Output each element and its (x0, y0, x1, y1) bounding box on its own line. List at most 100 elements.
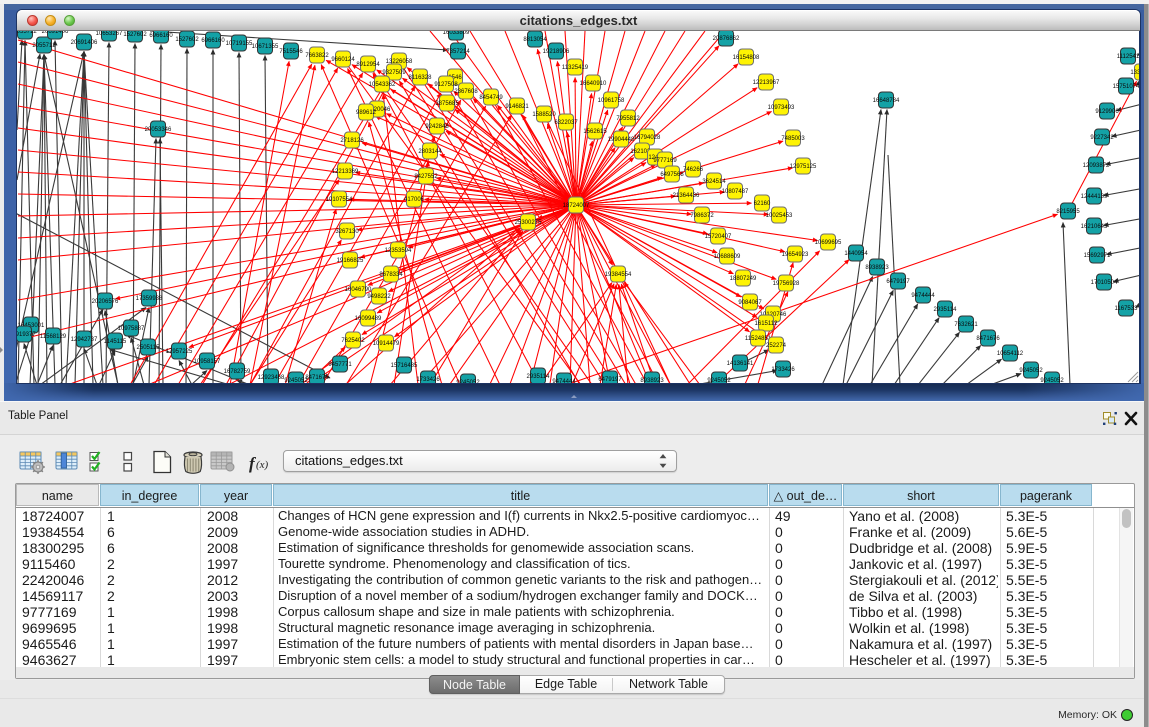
svg-text:1112541: 1112541 (1117, 54, 1139, 60)
svg-text:12923468: 12923468 (258, 375, 285, 381)
svg-text:8912954: 8912954 (356, 62, 380, 68)
svg-text:989612: 989612 (356, 110, 377, 116)
svg-text:9245052: 9245052 (1040, 378, 1064, 383)
svg-text:8454749: 8454749 (479, 95, 503, 101)
svg-text:16033809: 16033809 (443, 31, 470, 36)
svg-text:2935114: 2935114 (934, 307, 958, 313)
svg-text:252274: 252274 (766, 343, 787, 349)
svg-text:17359938: 17359938 (136, 296, 163, 302)
svg-text:10975887: 10975887 (118, 326, 145, 332)
svg-text:10046790: 10046790 (345, 287, 372, 293)
svg-text:21364436: 21364436 (673, 193, 700, 199)
svg-text:10653267: 10653267 (96, 31, 123, 37)
svg-text:7625402: 7625402 (341, 338, 365, 344)
svg-text:10654112: 10654112 (997, 351, 1024, 357)
svg-text:16640910: 16640910 (580, 81, 607, 87)
svg-text:6497568: 6497568 (660, 172, 684, 178)
svg-text:8427552: 8427552 (414, 174, 438, 180)
svg-text:3875685: 3875685 (435, 101, 459, 107)
svg-text:2718126: 2718126 (340, 138, 364, 144)
svg-text:8471676: 8471676 (976, 336, 1000, 342)
svg-text:10961758: 10961758 (598, 98, 625, 104)
svg-text:17957225: 17957225 (166, 349, 193, 355)
svg-text:9245052: 9245052 (707, 378, 731, 383)
svg-text:18807249: 18807249 (730, 276, 757, 282)
svg-text:16794028: 16794028 (634, 135, 661, 141)
svg-text:9474444: 9474444 (911, 293, 935, 299)
svg-text:18724007: 18724007 (563, 203, 590, 209)
svg-text:10688609: 10688609 (714, 254, 741, 260)
svg-text:20053346: 20053346 (145, 127, 172, 133)
svg-text:3267130: 3267130 (335, 229, 359, 235)
svg-text:1733426: 1733426 (416, 377, 440, 383)
svg-text:16154808: 16154808 (733, 55, 760, 61)
svg-text:20691406: 20691406 (42, 31, 69, 35)
svg-text:16648784: 16648784 (873, 98, 900, 104)
svg-text:15720407: 15720407 (705, 234, 732, 240)
svg-text:1167533: 1167533 (1115, 306, 1139, 312)
svg-text:2055712: 2055712 (17, 31, 37, 35)
svg-text:10973493: 10973493 (768, 105, 795, 111)
svg-text:1615112: 1615112 (755, 321, 779, 327)
svg-text:2505115: 2505115 (137, 345, 161, 351)
svg-text:12213369: 12213369 (332, 169, 359, 175)
svg-text:10719155: 10719155 (226, 41, 253, 47)
svg-text:19756928: 19756928 (773, 281, 800, 287)
svg-text:9474444: 9474444 (552, 379, 576, 383)
svg-text:3919377: 3919377 (17, 332, 36, 338)
svg-text:15692971: 15692971 (1084, 253, 1111, 259)
svg-text:8813054: 8813054 (523, 37, 547, 43)
svg-text:6479197: 6479197 (886, 279, 910, 285)
svg-text:19166825: 19166825 (337, 258, 364, 264)
svg-text:16210643: 16210643 (1081, 224, 1108, 230)
svg-text:9227342: 9227342 (1090, 135, 1114, 141)
svg-text:9146821: 9146821 (505, 104, 529, 110)
svg-text:19384554: 19384554 (605, 272, 632, 278)
svg-text:7986372: 7986372 (690, 213, 714, 219)
svg-text:12444139: 12444139 (1081, 194, 1108, 200)
svg-text:10914479: 10914479 (373, 341, 400, 347)
svg-text:2935114: 2935114 (527, 374, 551, 380)
svg-text:2367608: 2367608 (454, 89, 478, 95)
svg-text:6479197: 6479197 (598, 377, 622, 383)
svg-text:14136141: 14136141 (727, 361, 754, 367)
svg-text:7663822: 7663822 (305, 53, 329, 59)
svg-text:19218906: 19218906 (543, 49, 570, 55)
svg-text:11524851: 11524851 (745, 336, 772, 342)
svg-text:9457771: 9457771 (328, 362, 352, 368)
svg-text:20691406: 20691406 (71, 40, 98, 46)
svg-text:8471676: 8471676 (305, 375, 329, 381)
svg-text:11568129: 11568129 (40, 334, 67, 340)
svg-text:16099489: 16099489 (355, 316, 382, 322)
svg-text:9327509: 9327509 (382, 70, 406, 76)
svg-text:12093872: 12093872 (1083, 163, 1110, 169)
svg-text:6322037: 6322037 (554, 120, 578, 126)
svg-text:17010504: 17010504 (1091, 280, 1118, 286)
svg-text:16782759: 16782759 (224, 369, 251, 375)
svg-text:1145115: 1145115 (104, 339, 127, 345)
svg-text:12213967: 12213967 (753, 80, 780, 86)
svg-text:7955812: 7955812 (616, 116, 640, 122)
svg-text:1588520: 1588520 (532, 112, 556, 118)
svg-text:(x): (x) (256, 459, 269, 471)
svg-text:7357214: 7357214 (446, 49, 470, 55)
svg-text:11325419: 11325419 (562, 65, 589, 71)
svg-text:19654923: 19654923 (782, 252, 809, 258)
svg-text:7515546: 7515546 (279, 49, 303, 55)
svg-text:6966160: 6966160 (201, 38, 225, 44)
svg-text:25300275: 25300275 (515, 220, 542, 226)
svg-text:10807487: 10807487 (722, 189, 749, 195)
svg-text:1527602: 1527602 (175, 37, 199, 43)
svg-text:10958157: 10958157 (194, 359, 221, 365)
svg-text:12942737: 12942737 (71, 337, 98, 343)
svg-text:10025453: 10025453 (766, 213, 793, 219)
svg-text:20876862: 20876862 (713, 36, 740, 42)
svg-text:746266: 746266 (683, 167, 704, 173)
svg-text:9084067: 9084067 (738, 300, 762, 306)
svg-text:6966160: 6966160 (149, 33, 173, 39)
svg-text:1440954: 1440954 (844, 251, 868, 257)
svg-text:417006: 417006 (404, 197, 425, 203)
svg-text:9242848: 9242848 (425, 124, 449, 130)
svg-text:9498222: 9498222 (367, 294, 391, 300)
svg-text:12353594: 12353594 (385, 248, 412, 254)
